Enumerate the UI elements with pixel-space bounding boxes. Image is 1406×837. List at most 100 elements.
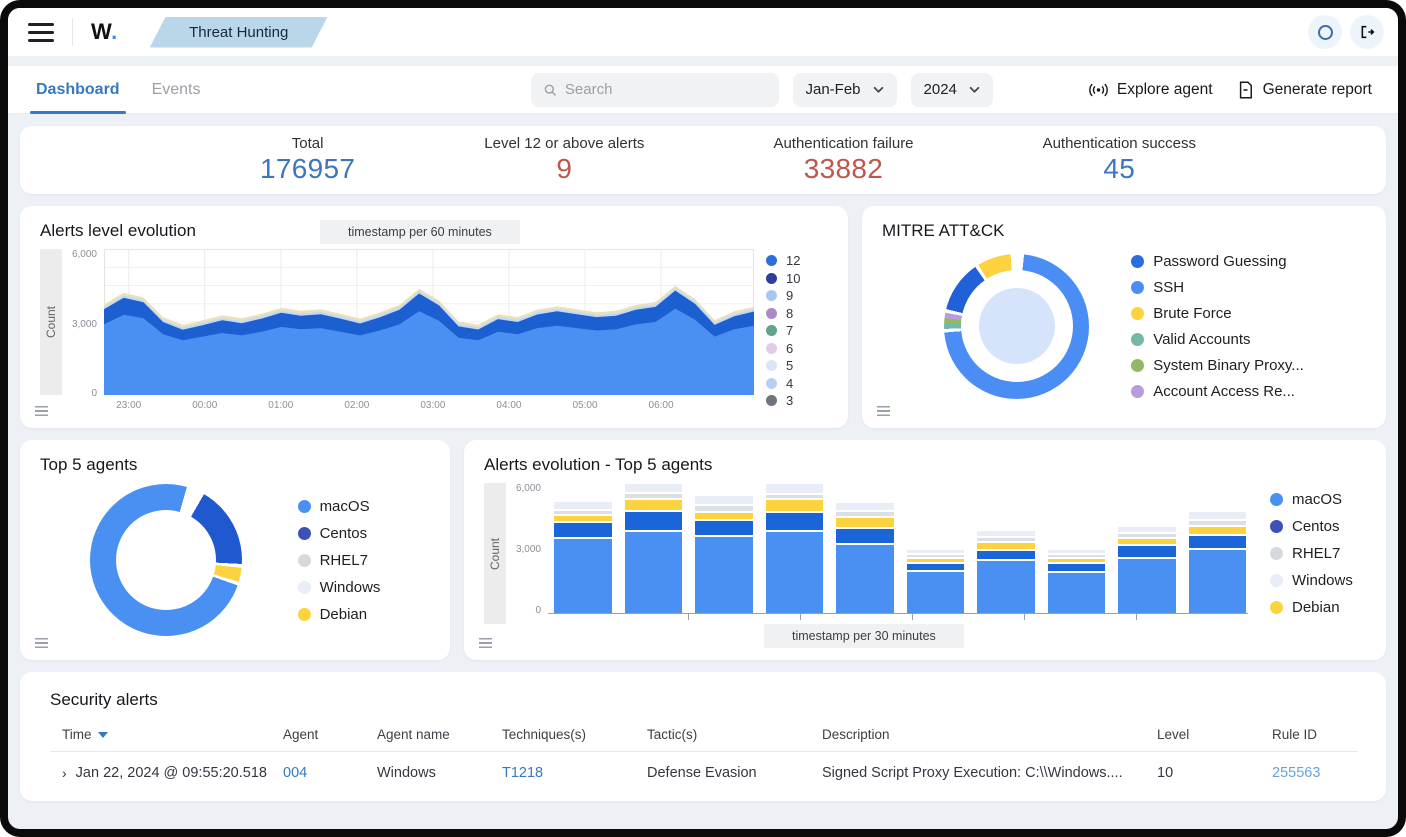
panel-title: MITRE ATT&CK	[882, 221, 1005, 240]
sort-desc-icon[interactable]	[97, 731, 108, 738]
bar-segment	[977, 531, 1035, 537]
legend-item[interactable]: 10	[766, 271, 828, 286]
table-cell[interactable]: 255563	[1272, 752, 1358, 795]
legend-label: RHEL7	[1292, 545, 1341, 562]
stat-total: Total 176957	[260, 135, 355, 185]
legend-label: 6	[786, 340, 794, 356]
bar-segment	[1118, 534, 1176, 538]
bar[interactable]	[1047, 549, 1105, 613]
panel-title: Security alerts	[50, 690, 158, 709]
year-filter-select[interactable]: 2024	[910, 72, 993, 107]
bar[interactable]	[695, 495, 753, 613]
bar[interactable]	[836, 503, 894, 613]
bar-segment	[906, 558, 964, 563]
table-header-cell: Tactic(s)	[647, 718, 822, 752]
bar-segment	[695, 495, 753, 505]
chart-legend: macOS Centos RHEL7 Windows Debian	[297, 498, 381, 623]
search-box[interactable]	[530, 72, 779, 107]
legend-item[interactable]: macOS	[1270, 491, 1366, 508]
panel-menu-icon[interactable]	[877, 406, 890, 416]
chart-legend: 12 10 9 8 7 6 5 4 3	[766, 249, 828, 412]
panel-menu-icon[interactable]	[35, 406, 48, 416]
legend-item[interactable]: 12	[766, 253, 828, 268]
panel-menu-icon[interactable]	[479, 638, 492, 648]
legend-label: Centos	[319, 524, 368, 542]
legend-item[interactable]: Centos	[1270, 518, 1366, 535]
mitre-donut-chart[interactable]	[944, 253, 1090, 399]
generate-report-button[interactable]: Generate report	[1237, 81, 1372, 99]
cell-text: Defense Evasion	[647, 765, 757, 781]
legend-dot-icon	[1131, 306, 1145, 320]
bar-segment	[554, 515, 612, 522]
bar[interactable]	[1188, 511, 1246, 613]
bar[interactable]	[554, 502, 612, 613]
legend-item[interactable]: 6	[766, 341, 828, 356]
legend-item[interactable]: 4	[766, 376, 828, 391]
bar[interactable]	[906, 549, 964, 613]
bar[interactable]	[765, 484, 823, 613]
x-tick-label: 02:00	[344, 400, 370, 411]
table-header-cell: Rule ID	[1272, 718, 1358, 752]
cell-link[interactable]: T1218	[502, 765, 543, 781]
legend-label: SSH	[1153, 278, 1185, 296]
legend-item[interactable]: Debian	[1270, 599, 1366, 616]
legend-item[interactable]: Brute Force	[1131, 305, 1304, 322]
legend-dot-icon	[1131, 384, 1145, 398]
breadcrumb[interactable]: Threat Hunting	[150, 17, 328, 48]
legend-item[interactable]: 5	[766, 358, 828, 373]
search-input[interactable]	[564, 81, 767, 98]
legend-item[interactable]: SSH	[1131, 279, 1304, 296]
legend-item[interactable]: Centos	[297, 524, 381, 542]
legend-item[interactable]: Windows	[1270, 572, 1366, 589]
bar[interactable]	[624, 483, 682, 613]
expand-row-icon[interactable]: ›	[62, 765, 67, 781]
bar-segment	[836, 517, 894, 527]
top5-donut-chart[interactable]	[89, 484, 242, 636]
stat-level12-alerts: Level 12 or above alerts 9	[484, 135, 644, 185]
cell-link[interactable]: 004	[283, 765, 307, 781]
legend-item[interactable]: 9	[766, 288, 828, 303]
bar[interactable]	[977, 531, 1035, 613]
legend-item[interactable]: Account Access Re...	[1131, 383, 1304, 400]
legend-item[interactable]: RHEL7	[297, 552, 381, 569]
bar-segment	[1047, 549, 1105, 554]
legend-item[interactable]: macOS	[297, 498, 381, 515]
security-alerts-table: Time Agent Agent name Techniques(s) Tactic(s…	[50, 718, 1358, 795]
legend-item[interactable]: Debian	[297, 606, 381, 623]
legend-item[interactable]: 3	[766, 393, 828, 408]
panel-title: Alerts evolution - Top 5 agents	[484, 455, 713, 474]
menu-icon[interactable]	[28, 22, 54, 42]
legend-item[interactable]: 7	[766, 323, 828, 338]
legend-item[interactable]: Password Guessing	[1131, 253, 1304, 270]
explore-agent-button[interactable]: Explore agent	[1089, 81, 1213, 99]
legend-item[interactable]: Valid Accounts	[1131, 331, 1304, 348]
y-axis-label-strip: Count	[484, 483, 506, 624]
month-filter-select[interactable]: Jan-Feb	[792, 72, 897, 107]
tab-dashboard[interactable]: Dashboard	[30, 66, 126, 114]
legend-label: Debian	[1292, 599, 1340, 616]
table-cell[interactable]: 004	[283, 752, 377, 795]
stat-label: Level 12 or above alerts	[484, 135, 645, 152]
report-document-icon	[1239, 80, 1252, 99]
table-header-cell[interactable]: Time	[50, 718, 283, 752]
legend-item[interactable]: RHEL7	[1270, 545, 1366, 562]
table-cell[interactable]: T1218	[502, 752, 647, 795]
tab-events[interactable]: Events	[150, 66, 203, 114]
panel-menu-icon[interactable]	[35, 638, 48, 648]
legend-item[interactable]: Windows	[297, 579, 380, 596]
stacked-bar-chart	[548, 483, 1248, 613]
logout-button[interactable]	[1350, 15, 1384, 49]
cell-link[interactable]: 255563	[1272, 765, 1320, 781]
legend-dot-icon	[766, 360, 777, 371]
column-label: Time	[62, 727, 92, 742]
app-logo[interactable]: W.	[91, 19, 118, 45]
legend-item[interactable]: 8	[766, 306, 828, 321]
bar[interactable]	[1118, 527, 1176, 613]
area-chart[interactable]	[104, 249, 754, 395]
status-ring-button[interactable]	[1308, 15, 1342, 49]
bar-segment	[977, 550, 1035, 559]
legend-dot-icon	[1270, 520, 1283, 533]
legend-item[interactable]: System Binary Proxy...	[1131, 357, 1304, 374]
stat-value: 33882	[803, 153, 884, 184]
table-header-cell: Techniques(s)	[502, 718, 647, 752]
